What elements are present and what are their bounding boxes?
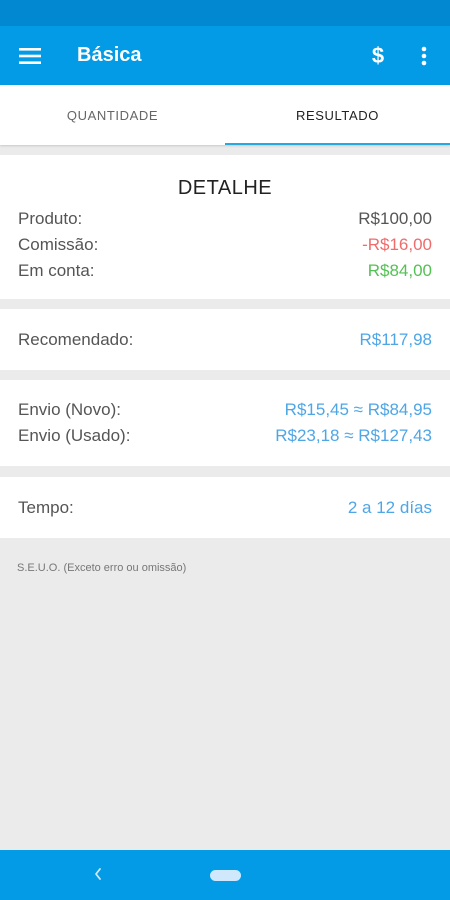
recommended-row: Recomendado: R$117,98 — [0, 327, 450, 353]
shipping-card: Envio (Novo): R$15,45 ≈ R$84,95 Envio (U… — [0, 380, 450, 466]
back-icon — [95, 868, 101, 880]
menu-button[interactable] — [0, 26, 60, 85]
more-vert-icon — [421, 46, 427, 65]
detail-card: DETALHE Produto: R$100,00 Comissão: -R$1… — [0, 155, 450, 299]
shipping-novo-value: R$15,45 ≈ R$84,95 — [284, 400, 432, 419]
produto-value: R$100,00 — [358, 209, 432, 228]
time-value: 2 a 12 días — [347, 497, 432, 517]
time-card: Tempo: 2 a 12 días — [0, 477, 450, 538]
tab-quantidade[interactable]: QUANTIDADE — [0, 85, 225, 145]
comissao-label: Comissão: — [18, 235, 99, 254]
detail-row-comissao: Comissão: -R$16,00 — [0, 232, 450, 258]
app-bar: Básica $ — [0, 26, 450, 85]
detail-row-produto: Produto: R$100,00 — [0, 206, 450, 232]
nav-back-button[interactable] — [86, 862, 110, 886]
more-options-button[interactable] — [398, 26, 450, 85]
recommended-card: Recomendado: R$117,98 — [0, 309, 450, 370]
em-conta-value: R$84,00 — [367, 261, 432, 280]
time-row: Tempo: 2 a 12 días — [0, 495, 450, 521]
home-pill-icon[interactable] — [210, 870, 241, 881]
shipping-row-novo: Envio (Novo): R$15,45 ≈ R$84,95 — [0, 397, 450, 423]
recommended-value: R$117,98 — [359, 329, 432, 349]
shipping-usado-label: Envio (Usado): — [18, 426, 131, 445]
tab-bar: QUANTIDADE RESULTADO — [0, 85, 450, 145]
produto-label: Produto: — [18, 209, 83, 228]
shipping-usado-value: R$23,18 ≈ R$127,43 — [275, 426, 432, 445]
tab-resultado[interactable]: RESULTADO — [225, 85, 450, 145]
comissao-value: -R$16,00 — [362, 235, 432, 254]
detail-row-em-conta: Em conta: R$84,00 — [0, 258, 450, 284]
dollar-button[interactable]: $ — [358, 26, 398, 85]
system-nav-bar — [0, 850, 450, 900]
footnote: S.E.U.O. (Exceto erro ou omissão) — [17, 562, 187, 574]
status-bar — [0, 0, 450, 26]
app-title: Básica — [77, 44, 142, 66]
shipping-novo-label: Envio (Novo): — [18, 400, 121, 419]
recommended-label: Recomendado: — [18, 329, 134, 349]
time-label: Tempo: — [18, 497, 74, 517]
dollar-icon: $ — [371, 42, 385, 68]
detail-title: DETALHE — [177, 177, 273, 199]
menu-icon — [19, 47, 41, 64]
shipping-row-usado: Envio (Usado): R$23,18 ≈ R$127,43 — [0, 423, 450, 449]
em-conta-label: Em conta: — [18, 261, 95, 280]
